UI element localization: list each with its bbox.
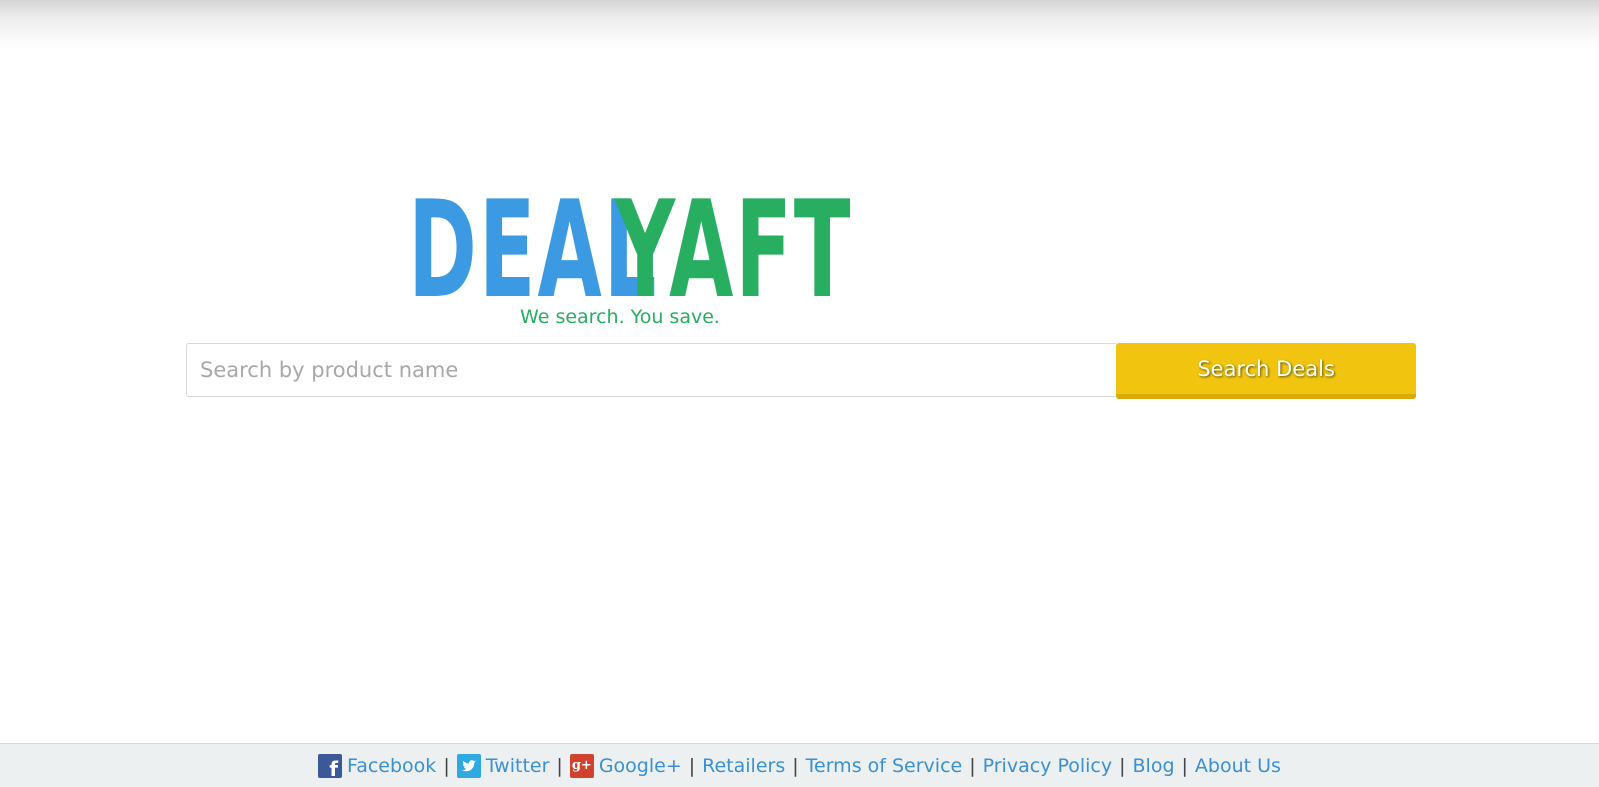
footer-link-google-plus[interactable]: g+ Google+: [569, 753, 682, 778]
footer-separator: |: [792, 754, 799, 777]
search-deals-button[interactable]: Search Deals: [1116, 343, 1416, 399]
footer-link-label: Facebook: [347, 754, 437, 777]
footer-link-label: Terms of Service: [805, 754, 963, 777]
footer-separator: |: [443, 754, 450, 777]
footer-separator: |: [556, 754, 563, 777]
footer-separator: |: [688, 754, 696, 777]
search-input[interactable]: [186, 343, 1117, 397]
footer-link-label: Google+: [598, 754, 682, 777]
footer-separator: |: [1181, 754, 1188, 777]
footer-separator: |: [1119, 754, 1126, 777]
facebook-icon: f: [318, 753, 343, 781]
tagline: We search. You save.: [520, 306, 720, 328]
footer-link-label: Privacy Policy: [982, 754, 1113, 777]
footer-link-privacy-policy[interactable]: Privacy Policy: [983, 755, 1112, 777]
top-shadow: [0, 0, 1599, 48]
footer-link-label: Twitter: [485, 754, 550, 777]
search-form: Search Deals: [186, 343, 1416, 399]
google-plus-icon: g+: [569, 753, 594, 778]
footer-separator: |: [969, 754, 976, 777]
footer-link-retailers[interactable]: Retailers: [702, 755, 785, 777]
footer-link-label: About Us: [1194, 754, 1281, 777]
footer-link-terms-of-service[interactable]: Terms of Service: [806, 755, 963, 777]
footer: f Facebook | Twitter | g+ Google+ | Reta…: [0, 743, 1599, 787]
footer-link-facebook[interactable]: f Facebook: [318, 753, 437, 781]
footer-link-label: Blog: [1132, 754, 1175, 777]
footer-link-blog[interactable]: Blog: [1133, 755, 1175, 777]
footer-link-label: Retailers: [702, 754, 786, 777]
logo-second-part[interactable]: YAFT: [615, 172, 1035, 328]
footer-link-about-us[interactable]: About Us: [1195, 755, 1281, 777]
page: DEAL YAFT We search. You save. Search De…: [0, 0, 1599, 787]
twitter-icon: [456, 753, 481, 778]
footer-link-twitter[interactable]: Twitter: [456, 753, 550, 778]
logo-yaft-text: YAFT: [615, 172, 853, 328]
